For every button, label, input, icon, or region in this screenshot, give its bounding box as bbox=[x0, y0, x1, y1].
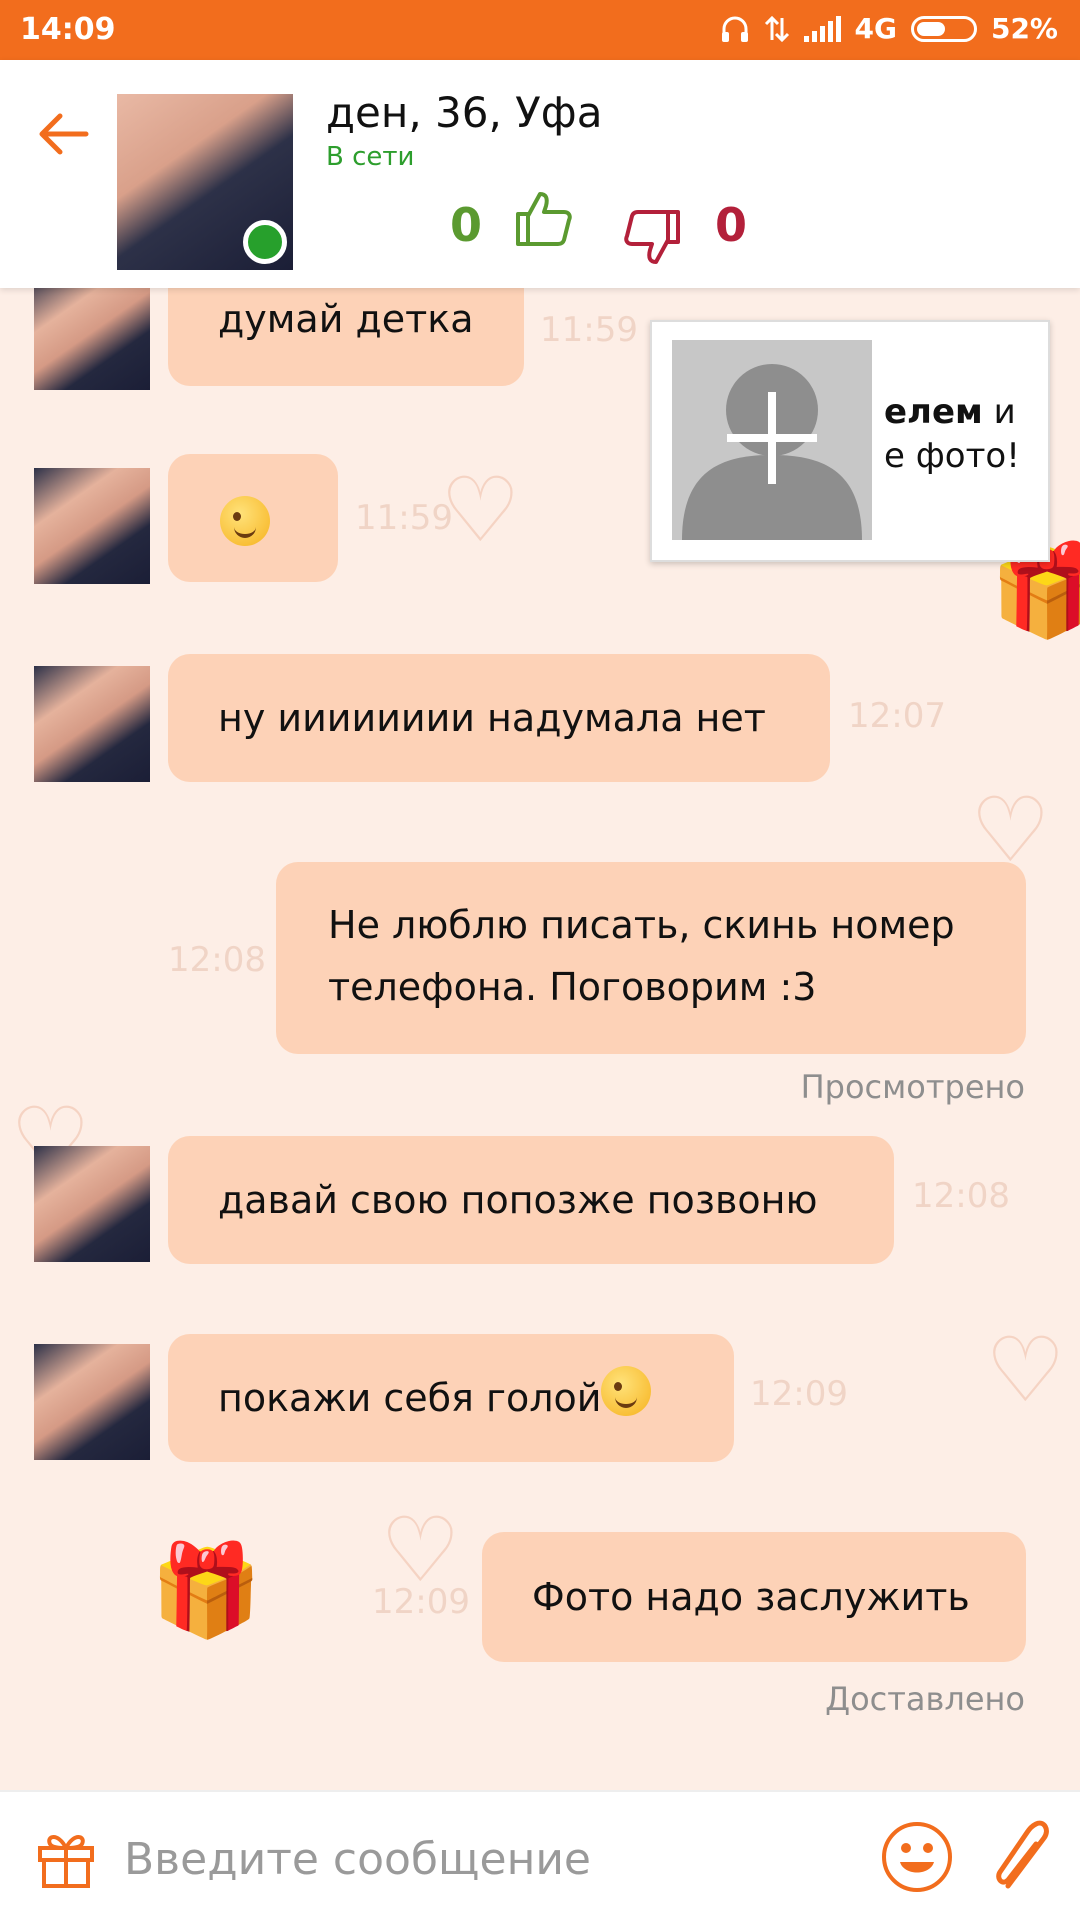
popup-text-bold: елем bbox=[884, 392, 983, 432]
wink-emoji-icon bbox=[220, 495, 270, 546]
popup-text-line2: е фото! bbox=[884, 436, 1020, 476]
dislike-count: 0 bbox=[715, 198, 748, 252]
user-silhouette-icon bbox=[682, 364, 862, 540]
arrow-left-icon[interactable] bbox=[34, 104, 94, 164]
sender-avatar[interactable] bbox=[34, 288, 150, 390]
battery-icon bbox=[910, 15, 977, 42]
message-time: 12:09 bbox=[750, 1374, 848, 1414]
message-bubble[interactable]: Не люблю писать, скинь номер телефона. П… bbox=[276, 862, 1026, 1054]
chat-header: ден, 36, Уфа В сети 0 0 bbox=[0, 60, 1080, 288]
message-time: 12:08 bbox=[912, 1176, 1010, 1216]
message-input[interactable] bbox=[122, 1818, 846, 1900]
network-type: 4G bbox=[854, 12, 897, 45]
message-text: покажи себя голой bbox=[218, 1376, 602, 1420]
add-photo-popup[interactable]: елем и е фото! bbox=[650, 320, 1050, 562]
signal-icon bbox=[803, 15, 841, 42]
message-bubble[interactable]: давай свою попозже позвоню bbox=[168, 1136, 894, 1264]
sender-avatar[interactable] bbox=[34, 468, 150, 584]
message-input-bar bbox=[0, 1790, 1080, 1922]
battery-percent: 52% bbox=[990, 12, 1058, 45]
attachment-icon[interactable] bbox=[990, 1816, 1060, 1896]
message-bubble[interactable]: ну ииииииии надумала нет bbox=[168, 654, 830, 782]
data-transfer-icon bbox=[764, 15, 789, 42]
contact-name[interactable]: ден, 36, Уфа bbox=[326, 88, 602, 137]
like-count: 0 bbox=[450, 198, 483, 252]
sender-avatar[interactable] bbox=[34, 1146, 150, 1262]
gift-icon: 🎁 bbox=[150, 1538, 263, 1643]
message-text: Не люблю писать, скинь номер телефона. П… bbox=[328, 903, 955, 1009]
message-bubble[interactable]: Фото надо заслужить bbox=[482, 1532, 1026, 1662]
message-time: 12:07 bbox=[848, 696, 946, 736]
sender-avatar[interactable] bbox=[34, 666, 150, 782]
message-bubble[interactable]: покажи себя голой bbox=[168, 1334, 734, 1462]
heart-icon: ♡ bbox=[985, 1318, 1066, 1423]
wink-emoji-icon bbox=[601, 1365, 652, 1416]
message-text: давай свою попозже позвоню bbox=[218, 1178, 818, 1222]
message-time: 12:09 bbox=[372, 1582, 470, 1622]
add-photo-button[interactable] bbox=[672, 340, 872, 540]
delivery-receipt: Доставлено bbox=[825, 1680, 1025, 1718]
message-text: ну ииииииии надумала нет bbox=[218, 696, 766, 740]
thumbs-up-icon[interactable] bbox=[512, 186, 576, 250]
status-icons: 4G 52% bbox=[720, 12, 1058, 45]
read-receipt: Просмотрено bbox=[800, 1068, 1025, 1106]
message-time: 12:08 bbox=[168, 940, 266, 980]
online-indicator bbox=[243, 220, 287, 264]
online-status: В сети bbox=[326, 142, 415, 172]
emoji-picker-icon[interactable] bbox=[880, 1820, 954, 1894]
message-text: Фото надо заслужить bbox=[532, 1575, 970, 1619]
status-time: 14:09 bbox=[20, 12, 116, 47]
message-time: 11:59 bbox=[355, 498, 453, 538]
headphones-icon bbox=[721, 16, 748, 42]
popup-text-rest: и bbox=[982, 392, 1016, 432]
message-bubble[interactable]: думай детка bbox=[168, 288, 524, 386]
thumbs-down-icon[interactable] bbox=[620, 206, 684, 270]
message-bubble[interactable] bbox=[168, 454, 338, 582]
gift-icon[interactable] bbox=[34, 1826, 98, 1890]
popup-message: елем и е фото! bbox=[884, 390, 1020, 478]
message-time: 11:59 bbox=[540, 310, 638, 350]
message-text: думай детка bbox=[218, 297, 474, 341]
status-bar: 14:09 4G 52% bbox=[0, 0, 1080, 60]
sender-avatar[interactable] bbox=[34, 1344, 150, 1460]
